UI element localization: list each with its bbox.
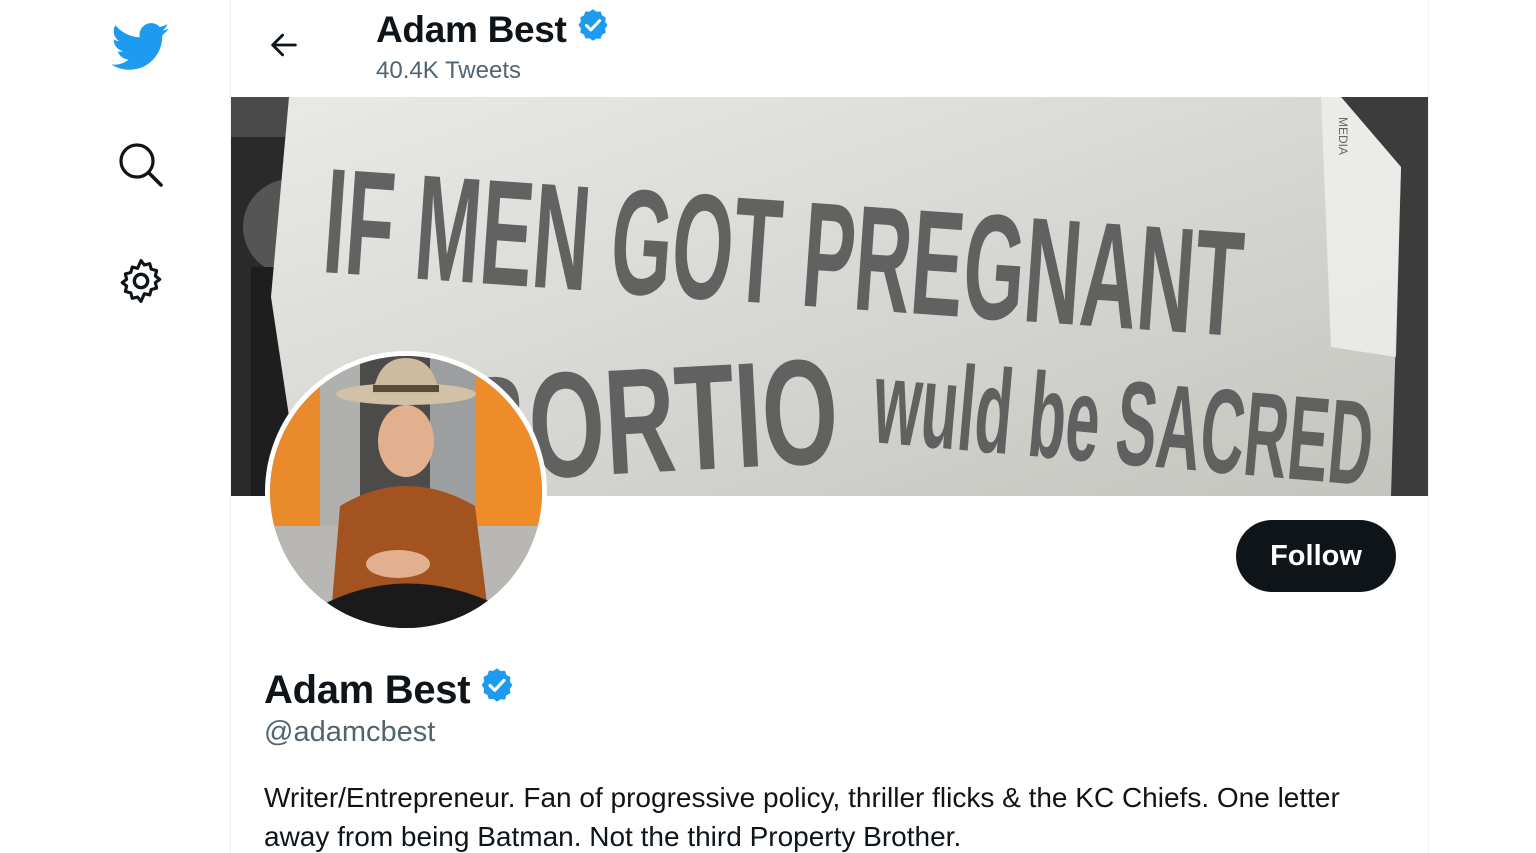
follow-button[interactable]: Follow [1236, 520, 1396, 592]
profile-name: Adam Best [264, 667, 471, 712]
twitter-logo-icon[interactable] [111, 17, 171, 77]
header-name: Adam Best [376, 8, 567, 50]
profile-handle: @adamcbest [264, 716, 436, 748]
profile-column: Adam Best 40.4K Tweets IF MEN GOT BORTIO… [230, 0, 1429, 853]
avatar-photo [270, 356, 542, 628]
profile-name-row: Adam Best [264, 666, 516, 714]
left-sidebar [0, 0, 230, 853]
banner-side-text: MEDIA [1336, 117, 1350, 155]
tweet-count: 40.4K Tweets [376, 57, 521, 84]
back-button[interactable] [261, 22, 307, 68]
follow-button-label: Follow [1270, 539, 1362, 572]
header-title: Adam Best [376, 7, 611, 52]
profile-avatar[interactable] [265, 351, 547, 633]
settings-gear-icon[interactable] [111, 251, 171, 311]
verified-badge-icon [478, 666, 516, 714]
verified-badge-icon [575, 7, 611, 52]
profile-bio: Writer/Entrepreneur. Fan of progressive … [264, 782, 1340, 852]
search-icon[interactable] [111, 135, 171, 195]
profile-header-bar: Adam Best 40.4K Tweets [231, 0, 1428, 97]
back-arrow-icon [271, 33, 297, 57]
